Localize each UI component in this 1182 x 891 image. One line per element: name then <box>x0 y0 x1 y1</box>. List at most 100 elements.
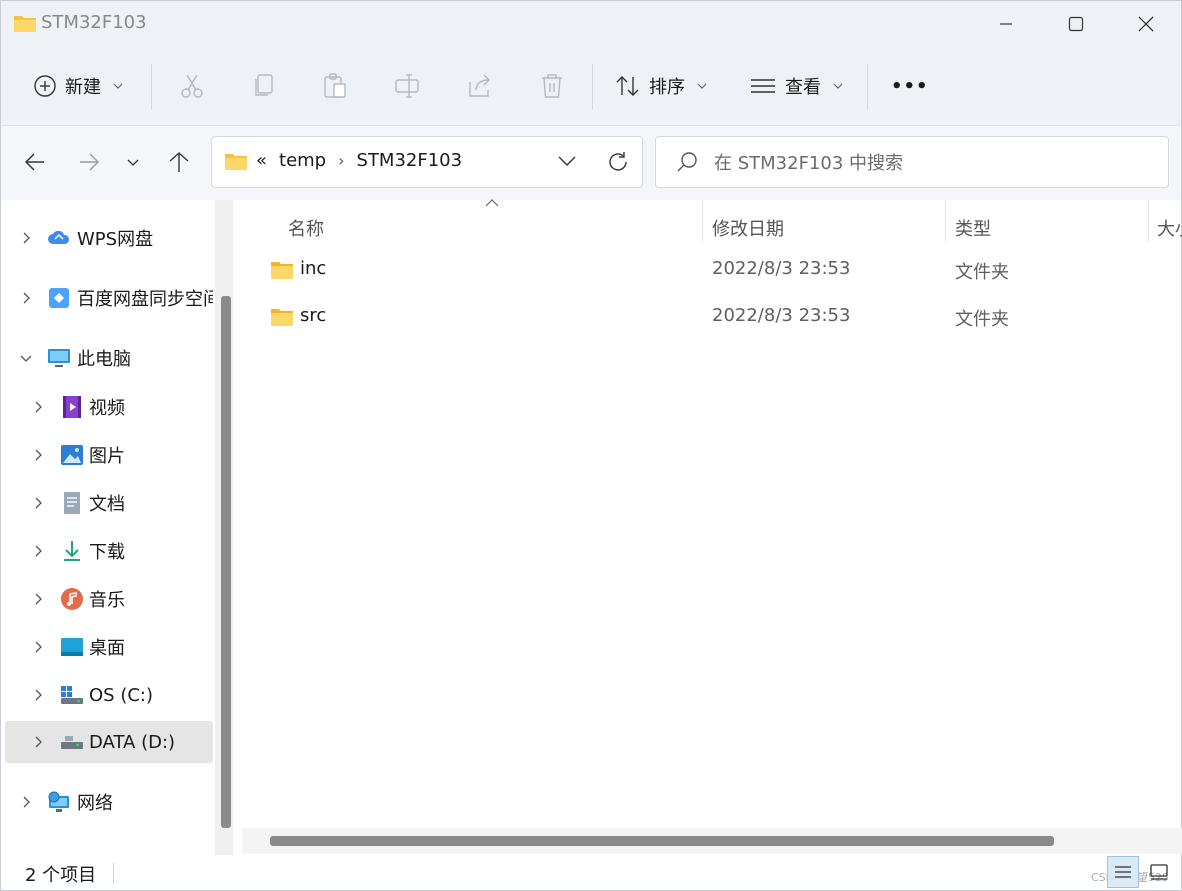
chevron-right-icon[interactable] <box>31 544 45 558</box>
video-icon <box>63 396 81 418</box>
computer-icon <box>48 349 70 367</box>
preview-view-button[interactable] <box>1143 856 1175 888</box>
sidebar-item-label: 网络 <box>77 793 113 814</box>
sidebar-item-label: 文档 <box>89 494 125 515</box>
folder-icon <box>14 16 36 32</box>
breadcrumb-overflow[interactable]: « <box>256 150 267 171</box>
details-view-button[interactable] <box>1107 856 1139 888</box>
maximize-icon <box>1068 16 1084 32</box>
delete-icon[interactable] <box>538 72 566 100</box>
rename-icon[interactable] <box>393 72 421 100</box>
column-divider[interactable] <box>945 200 946 242</box>
file-type: 文件夹 <box>955 262 1009 283</box>
sidebar-item-documents[interactable]: 文档 <box>5 482 213 524</box>
arrow-right-icon <box>80 153 99 171</box>
address-history-chevron-icon[interactable] <box>558 155 576 167</box>
chevron-down-icon[interactable] <box>19 351 33 365</box>
baidu-sync-icon <box>49 288 69 308</box>
sidebar-item-pictures[interactable]: 图片 <box>5 434 213 476</box>
maximize-button[interactable] <box>1041 1 1111 47</box>
chevron-right-icon[interactable] <box>31 400 45 414</box>
sidebar-scrollbar[interactable] <box>221 296 231 828</box>
file-list: 名称 修改日期 类型 大小 inc 2022/8/3 23:53 文件夹 src… <box>242 199 1182 855</box>
sidebar-item-network[interactable]: 网络 <box>5 781 213 823</box>
view-button[interactable]: 查看 <box>749 64 843 108</box>
chevron-right-icon[interactable] <box>19 795 33 809</box>
forward-button[interactable] <box>73 146 105 178</box>
chevron-right-icon[interactable] <box>31 735 45 749</box>
close-button[interactable] <box>1111 1 1181 47</box>
folder-icon <box>225 154 247 170</box>
sidebar-item-drive-c[interactable]: OS (C:) <box>5 674 213 716</box>
column-header-type[interactable]: 类型 <box>955 208 991 248</box>
back-button[interactable] <box>19 146 51 178</box>
paste-icon[interactable] <box>321 72 349 100</box>
divider <box>113 863 114 885</box>
file-modified: 2022/8/3 23:53 <box>712 305 851 326</box>
search-input[interactable] <box>714 149 1154 177</box>
column-divider[interactable] <box>702 200 703 242</box>
new-label: 新建 <box>65 77 101 98</box>
sidebar-item-drive-d[interactable]: DATA (D:) <box>5 721 213 763</box>
new-button[interactable]: 新建 <box>33 64 123 108</box>
column-header-name[interactable]: 名称 <box>288 208 324 248</box>
sort-ascending-icon <box>485 199 499 207</box>
sidebar-item-label: 桌面 <box>89 638 125 659</box>
recent-locations-button[interactable] <box>117 146 149 178</box>
pictures-icon <box>61 445 83 465</box>
chevron-right-icon[interactable] <box>19 291 33 305</box>
column-header-modified[interactable]: 修改日期 <box>712 208 784 248</box>
breadcrumb-item[interactable]: STM32F103 <box>357 150 463 171</box>
sidebar-item-desktop[interactable]: 桌面 <box>5 626 213 668</box>
sidebar-item-label: 图片 <box>89 446 125 467</box>
chevron-right-icon[interactable] <box>31 688 45 702</box>
sidebar-item-label: 音乐 <box>89 590 125 611</box>
horizontal-scrollbar[interactable] <box>270 836 1054 846</box>
sidebar-item-label: WPS网盘 <box>77 229 154 250</box>
minimize-button[interactable] <box>971 1 1041 47</box>
search-box[interactable] <box>655 136 1169 188</box>
breadcrumb-separator[interactable]: › <box>338 151 344 170</box>
sort-button[interactable]: 排序 <box>615 64 707 108</box>
up-button[interactable] <box>163 146 195 178</box>
cut-icon[interactable] <box>178 72 206 100</box>
more-icon: ••• <box>891 75 929 97</box>
chevron-right-icon[interactable] <box>31 592 45 606</box>
file-type: 文件夹 <box>955 309 1009 330</box>
arrow-up-icon <box>169 152 189 172</box>
chevron-down-icon <box>113 83 123 89</box>
more-options-button[interactable]: ••• <box>891 64 929 108</box>
file-modified: 2022/8/3 23:53 <box>712 258 851 279</box>
sidebar-item-label: OS (C:) <box>89 684 153 706</box>
music-icon <box>61 588 83 610</box>
chevron-down-icon <box>833 83 843 89</box>
divider <box>151 64 152 110</box>
view-list-icon <box>751 79 775 93</box>
chevron-right-icon[interactable] <box>31 640 45 654</box>
chevron-right-icon[interactable] <box>19 231 33 245</box>
copy-icon[interactable] <box>250 72 278 100</box>
column-header-size[interactable]: 大小 <box>1157 208 1182 248</box>
table-row[interactable]: src 2022/8/3 23:53 文件夹 <box>242 295 1182 339</box>
cloud-icon <box>48 230 70 244</box>
table-row[interactable]: inc 2022/8/3 23:53 文件夹 <box>242 248 1182 292</box>
column-header-label: 类型 <box>955 219 991 240</box>
sidebar-item-videos[interactable]: 视频 <box>5 386 213 428</box>
sidebar-item-downloads[interactable]: 下载 <box>5 530 213 572</box>
breadcrumb-item[interactable]: temp <box>279 150 326 171</box>
address-bar[interactable]: « temp › STM32F103 <box>211 136 643 188</box>
tiles-view-icon <box>1150 864 1168 880</box>
close-icon <box>1138 16 1154 32</box>
sidebar-item-music[interactable]: 音乐 <box>5 578 213 620</box>
chevron-right-icon[interactable] <box>31 496 45 510</box>
sidebar-item-this-pc[interactable]: 此电脑 <box>5 337 213 379</box>
chevron-right-icon[interactable] <box>31 448 45 462</box>
column-divider[interactable] <box>1148 200 1149 242</box>
sidebar-item-wps-cloud[interactable]: WPS网盘 <box>5 217 213 259</box>
address-row: « temp › STM32F103 <box>0 126 1182 200</box>
refresh-icon[interactable] <box>606 150 630 174</box>
sidebar-item-baidu-sync[interactable]: 百度网盘同步空间 <box>5 277 213 319</box>
folder-icon <box>271 309 293 326</box>
chevron-down-icon <box>127 159 139 166</box>
share-icon[interactable] <box>466 72 494 100</box>
